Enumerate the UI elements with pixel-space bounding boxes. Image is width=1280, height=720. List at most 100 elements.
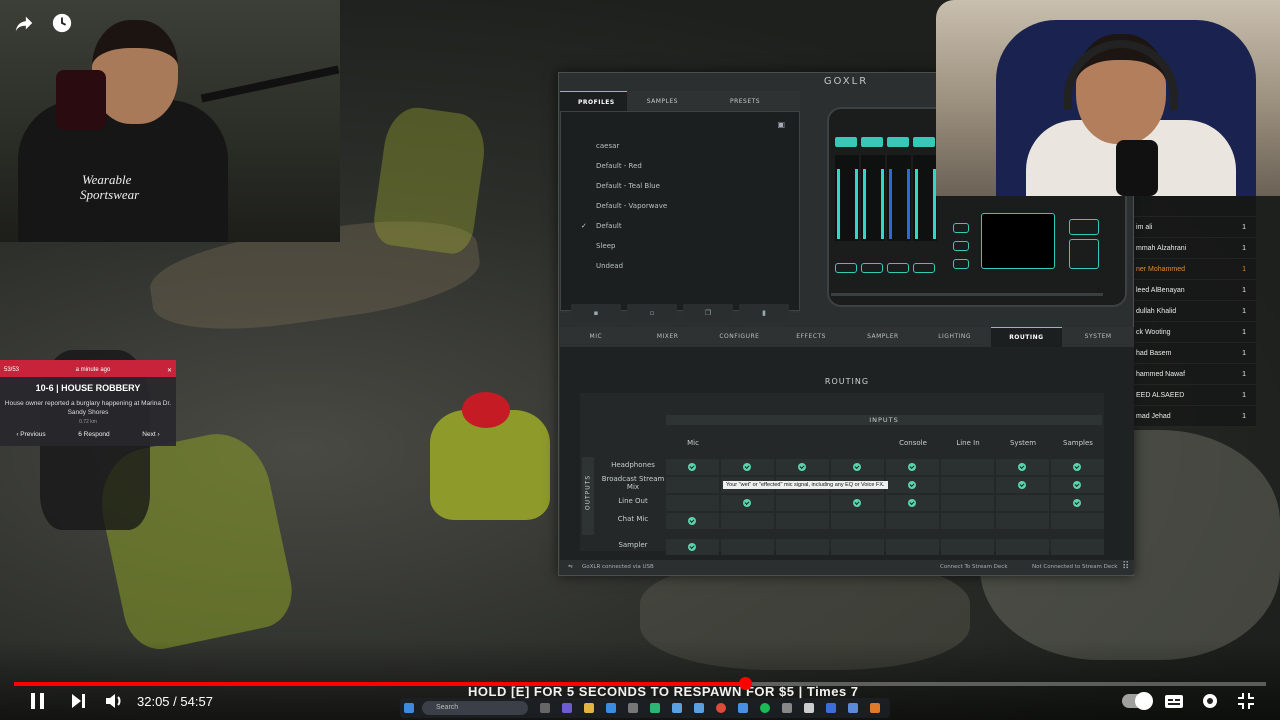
folder-icon[interactable]: ▣ xyxy=(777,120,785,129)
routing-cell[interactable] xyxy=(941,495,994,511)
copy-profile-button[interactable]: ❐ xyxy=(683,304,733,322)
routing-cell[interactable] xyxy=(886,513,939,529)
leaderboard-name: hammed Nawaf xyxy=(1136,371,1186,378)
next-button[interactable]: Next › xyxy=(142,431,159,438)
routing-cell[interactable] xyxy=(666,539,719,555)
tab-lighting[interactable]: LIGHTING xyxy=(919,327,991,347)
leaderboard-row: leed AlBenayan 1 xyxy=(1134,280,1256,301)
route-enabled-icon xyxy=(688,517,696,525)
routing-cell[interactable] xyxy=(776,459,829,475)
connect-stream-deck-link[interactable]: Connect To Stream Deck xyxy=(940,564,1008,570)
routing-cell[interactable] xyxy=(1051,495,1104,511)
tab-sampler[interactable]: SAMPLER xyxy=(847,327,919,347)
tab-mixer[interactable]: MIXER xyxy=(632,327,704,347)
profile-item[interactable]: Default - Teal Blue xyxy=(596,182,660,190)
mic-mute-button[interactable] xyxy=(1069,239,1099,269)
tab-profiles[interactable]: PROFILES xyxy=(560,91,627,111)
tab-presets[interactable]: PRESETS xyxy=(690,91,772,111)
routing-cell[interactable] xyxy=(831,539,884,555)
respond-button[interactable]: 6 Respond xyxy=(78,431,109,438)
channel-button[interactable] xyxy=(887,137,909,147)
routing-cell[interactable] xyxy=(776,495,829,511)
channel-button[interactable] xyxy=(913,137,935,147)
autoplay-toggle[interactable] xyxy=(1122,692,1153,710)
effect-button[interactable] xyxy=(953,259,969,269)
captions-icon[interactable] xyxy=(1162,690,1186,718)
tab-mic[interactable]: MIC xyxy=(560,327,632,347)
profile-item[interactable]: Default - Vaporwave xyxy=(596,202,667,210)
effect-button[interactable] xyxy=(953,241,969,251)
profile-item-selected[interactable]: Default xyxy=(596,222,622,230)
routing-cell[interactable] xyxy=(1051,477,1104,493)
video-frame[interactable]: Wearable Sportswear 53/53 a minute ago ✕ … xyxy=(0,0,1280,720)
cough-button[interactable] xyxy=(1069,219,1099,235)
routing-cell[interactable] xyxy=(941,459,994,475)
notification-distance: 0.72 km xyxy=(79,419,97,425)
profile-item[interactable]: Sleep xyxy=(596,242,615,250)
mute-button[interactable] xyxy=(913,263,935,273)
routing-cell[interactable] xyxy=(886,539,939,555)
pause-icon[interactable] xyxy=(26,690,50,718)
routing-cell[interactable] xyxy=(831,459,884,475)
routing-cell[interactable] xyxy=(831,495,884,511)
routing-cell[interactable] xyxy=(941,539,994,555)
tab-routing[interactable]: ROUTING xyxy=(990,327,1063,347)
progress-bar[interactable] xyxy=(14,677,1266,690)
profile-item[interactable]: Default - Red xyxy=(596,162,642,170)
mute-button[interactable] xyxy=(861,263,883,273)
delete-profile-button[interactable]: ▮ xyxy=(739,304,789,322)
routing-cell[interactable] xyxy=(1051,459,1104,475)
save-profile-button[interactable]: ▪ xyxy=(571,304,621,322)
share-icon[interactable] xyxy=(12,12,36,36)
routing-cell[interactable] xyxy=(941,477,994,493)
routing-cell[interactable] xyxy=(666,513,719,529)
tab-system[interactable]: SYSTEM xyxy=(1062,327,1134,347)
route-enabled-icon xyxy=(1073,499,1081,507)
volume-icon[interactable] xyxy=(102,690,126,718)
routing-cell[interactable] xyxy=(996,495,1049,511)
channel-button[interactable] xyxy=(835,137,857,147)
routing-cell[interactable] xyxy=(1051,539,1104,555)
routing-cell[interactable] xyxy=(721,495,774,511)
effect-button[interactable] xyxy=(953,223,969,233)
routing-cell[interactable] xyxy=(886,459,939,475)
routing-cell[interactable] xyxy=(996,539,1049,555)
effect-preset-grid[interactable] xyxy=(981,213,1055,269)
clock-icon[interactable] xyxy=(50,12,74,36)
routing-cell[interactable] xyxy=(886,495,939,511)
channel-button[interactable] xyxy=(861,137,883,147)
routing-cell[interactable] xyxy=(831,513,884,529)
routing-cell[interactable] xyxy=(1051,513,1104,529)
routing-cell[interactable] xyxy=(721,513,774,529)
routing-cell[interactable] xyxy=(941,513,994,529)
next-icon[interactable] xyxy=(66,690,90,718)
leaderboard-row: ck Wooting 1 xyxy=(1134,322,1256,343)
routing-cell[interactable] xyxy=(776,513,829,529)
taskbar-app-icon xyxy=(540,703,550,713)
routing-cell[interactable] xyxy=(666,477,719,493)
routing-cell[interactable] xyxy=(886,477,939,493)
new-profile-button[interactable]: ▫ xyxy=(627,304,677,322)
routing-cell[interactable] xyxy=(776,539,829,555)
profile-item[interactable]: Undead xyxy=(596,262,623,270)
gear-icon[interactable] xyxy=(1198,690,1222,718)
routing-cell[interactable] xyxy=(996,477,1049,493)
routing-cell[interactable] xyxy=(721,459,774,475)
routing-panel: ROUTING INPUTS OUTPUTS Mic Console Line In… xyxy=(560,347,1134,561)
close-icon[interactable]: ✕ xyxy=(167,367,172,374)
tab-samples[interactable]: SAMPLES xyxy=(627,91,690,111)
routing-cell[interactable] xyxy=(666,495,719,511)
tab-effects[interactable]: EFFECTS xyxy=(775,327,847,347)
mute-button[interactable] xyxy=(887,263,909,273)
leaderboard-row: had Basem 1 xyxy=(1134,343,1256,364)
routing-cell[interactable] xyxy=(996,459,1049,475)
routing-cell[interactable] xyxy=(721,539,774,555)
profile-item[interactable]: caesar xyxy=(596,142,619,150)
routing-cell[interactable] xyxy=(996,513,1049,529)
mute-button[interactable] xyxy=(835,263,857,273)
tab-configure[interactable]: CONFIGURE xyxy=(704,327,776,347)
routing-cell[interactable] xyxy=(666,459,719,475)
resize-grip-icon[interactable]: ⠿ xyxy=(1122,561,1129,572)
previous-button[interactable]: ‹ Previous xyxy=(16,431,45,438)
exit-fullscreen-icon[interactable] xyxy=(1234,690,1258,718)
